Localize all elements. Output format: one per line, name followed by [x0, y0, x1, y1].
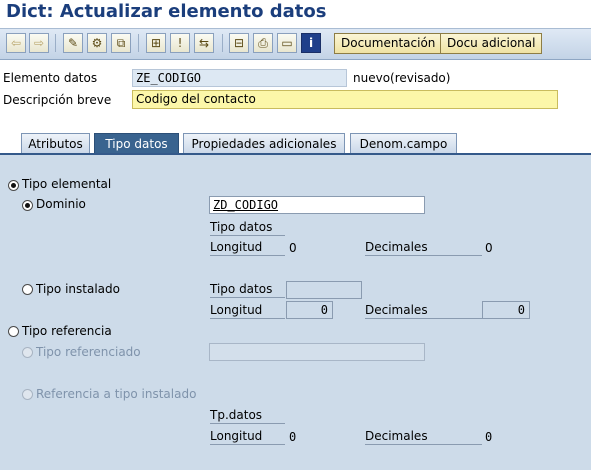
- toolbar-separator: [55, 34, 56, 52]
- builtin-data-type-field[interactable]: [286, 281, 362, 299]
- tab-additional-properties[interactable]: Propiedades adicionales: [183, 133, 345, 154]
- domain-label: Dominio: [36, 197, 86, 211]
- elementary-type-label: Tipo elemental: [22, 177, 112, 191]
- ref-builtin-radio: [22, 389, 33, 400]
- hierarchy-icon[interactable]: ⊟: [229, 33, 249, 53]
- window-title: Dict: Actualizar elemento datos: [6, 1, 327, 22]
- builtin-type-label: Tipo instalado: [36, 282, 120, 296]
- domain-radio[interactable]: [22, 200, 33, 211]
- data-element-field: ZE_CODIGO: [132, 69, 347, 87]
- application-toolbar: ⇦ ⇨ ✎ ⚙ ⧉ ⊞ ! ⇆ ⊟ ⎙ ▭ i Documentación Do…: [0, 28, 591, 60]
- domain-input[interactable]: ZD_CODIGO: [209, 196, 425, 214]
- tab-field-labels[interactable]: Denom.campo: [350, 133, 457, 154]
- display-object-list-icon[interactable]: ▭: [277, 33, 297, 53]
- forward-arrow-icon[interactable]: ⇨: [29, 33, 49, 53]
- ref-builtin-label: Referencia a tipo instalado: [36, 387, 197, 401]
- tab-attributes[interactable]: Atributos: [21, 133, 90, 154]
- title-bar: Dict: Actualizar elemento datos: [0, 0, 591, 28]
- ref-decimals-value: 0: [485, 430, 493, 444]
- tab-strip: Atributos Tipo datos Propiedades adicion…: [0, 133, 591, 155]
- toolbar-separator: [138, 34, 139, 52]
- documentation-button[interactable]: Documentación: [334, 33, 443, 54]
- short-description-label: Descripción breve: [3, 93, 112, 107]
- status-text: nuevo(revisado): [353, 71, 451, 85]
- print-icon[interactable]: ⎙: [253, 33, 273, 53]
- elementary-type-radio[interactable]: [8, 180, 19, 191]
- referenced-type-radio: [22, 347, 33, 358]
- additional-documentation-button[interactable]: Docu adicional: [440, 33, 543, 54]
- navigation-icon[interactable]: ⇆: [194, 33, 214, 53]
- referenced-type-field: [209, 343, 425, 361]
- toolbar-separator: [222, 34, 223, 52]
- reference-type-label: Tipo referencia: [22, 324, 112, 338]
- check-icon[interactable]: ⚙: [87, 33, 107, 53]
- where-used-icon[interactable]: ⊞: [146, 33, 166, 53]
- reference-type-radio[interactable]: [8, 326, 19, 337]
- builtin-decimals-field[interactable]: 0: [482, 301, 530, 319]
- builtin-type-radio[interactable]: [22, 284, 33, 295]
- domain-length-label: Longitud: [210, 240, 285, 256]
- short-description-input[interactable]: Codigo del contacto: [132, 90, 558, 109]
- domain-data-type-label: Tipo datos: [210, 220, 285, 236]
- tab-data-type[interactable]: Tipo datos: [94, 133, 179, 154]
- information-icon[interactable]: i: [301, 33, 321, 53]
- info-mark-icon[interactable]: !: [170, 33, 190, 53]
- builtin-length-field[interactable]: 0: [286, 301, 333, 319]
- builtin-data-type-label: Tipo datos: [210, 282, 285, 298]
- builtin-decimals-label: Decimales: [365, 303, 482, 319]
- data-element-label: Elemento datos: [3, 71, 98, 85]
- data-type-panel: Tipo elemental Dominio ZD_CODIGO Tipo da…: [0, 153, 591, 470]
- ref-length-value: 0: [289, 430, 297, 444]
- back-arrow-icon[interactable]: ⇦: [6, 33, 26, 53]
- domain-decimals-value: 0: [485, 241, 493, 255]
- domain-decimals-label: Decimales: [365, 240, 482, 256]
- ref-data-type-label: Tp.datos: [210, 408, 285, 424]
- ref-decimals-label: Decimales: [365, 429, 482, 445]
- display-change-icon[interactable]: ✎: [63, 33, 83, 53]
- ref-length-label: Longitud: [210, 429, 285, 445]
- referenced-type-label: Tipo referenciado: [36, 345, 141, 359]
- builtin-length-label: Longitud: [210, 303, 285, 319]
- domain-length-value: 0: [289, 241, 297, 255]
- activate-icon[interactable]: ⧉: [111, 33, 131, 53]
